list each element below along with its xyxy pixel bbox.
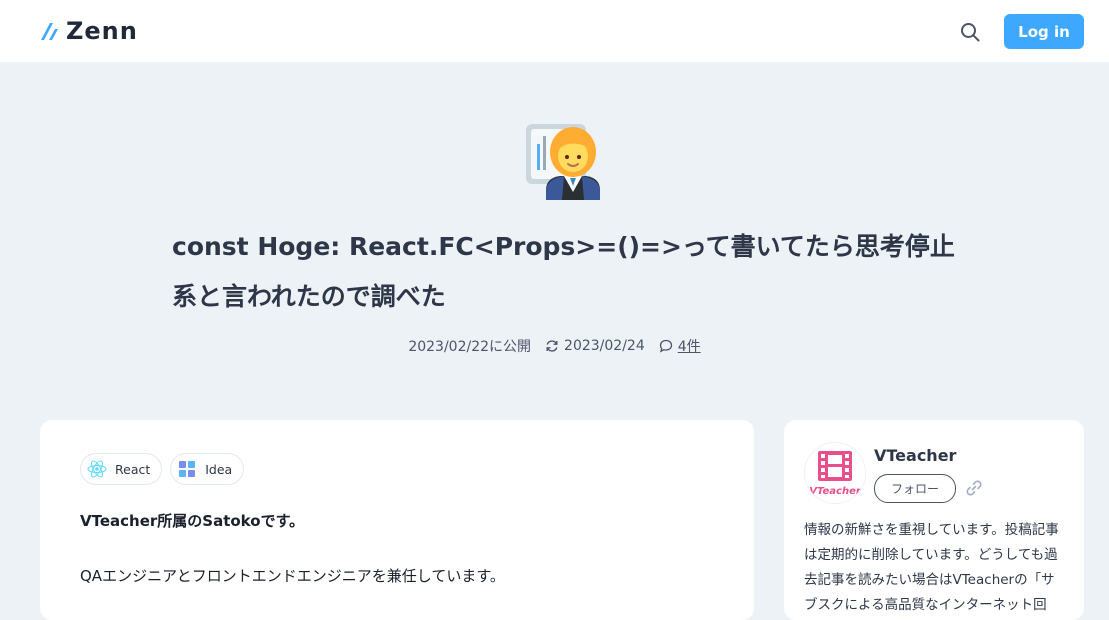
vteacher-avatar-icon: VTeacher — [805, 443, 865, 503]
author-bio: 情報の新鮮さを重視しています。投稿記事は定期的に削除しています。どうしても過去記… — [804, 522, 1059, 613]
article-body-card: React Idea VTeacher所属のSatokoです。 QAエンジニアと… — [40, 420, 754, 620]
article-paragraph: VTeacher所属のSatokoです。 — [80, 512, 305, 530]
comment-icon — [659, 339, 672, 353]
author-card: VTeacher VTeacher フォロー 情報の新鮮さを重視しています。投稿… — [784, 420, 1084, 620]
woman-teacher-emoji-icon — [526, 124, 600, 200]
article-meta: 2023/02/22に公開 2023/02/24 4件 — [0, 336, 1109, 356]
article-emoji — [524, 122, 602, 200]
idea-icon — [179, 461, 196, 477]
tag-react[interactable]: React — [80, 453, 163, 485]
published-date-text: 2023/02/22に公開 — [408, 339, 532, 355]
updated-date: 2023/02/24 — [545, 338, 645, 354]
zenn-logo-mark-icon — [41, 23, 58, 40]
site-header: Zenn Log in — [0, 0, 1109, 62]
author-avatar[interactable]: VTeacher — [804, 442, 866, 504]
tag-idea-label: Idea — [205, 461, 233, 477]
react-icon — [87, 460, 107, 478]
logo-text: Zenn — [66, 17, 138, 45]
comment-count-link[interactable]: 4件 — [678, 336, 701, 356]
tag-react-label: React — [115, 461, 151, 477]
topic-tags: React Idea — [80, 453, 252, 485]
refresh-icon — [546, 340, 558, 352]
link-icon[interactable] — [964, 478, 984, 498]
search-button[interactable] — [958, 20, 982, 44]
zenn-logo[interactable]: Zenn — [40, 17, 138, 45]
search-icon — [961, 23, 980, 42]
author-name[interactable]: VTeacher — [874, 446, 956, 465]
updated-date-text: 2023/02/24 — [564, 338, 645, 354]
login-button[interactable]: Log in — [1004, 14, 1084, 49]
article-paragraph: QAエンジニアとフロントエンドエンジニアを兼任しています。 — [80, 567, 505, 585]
comment-count[interactable]: 4件 — [659, 336, 701, 356]
published-date: 2023/02/22に公開 — [408, 336, 531, 356]
article-title: const Hoge: React.FC<Props>=()=>って書いてたら思… — [172, 232, 955, 311]
avatar-text: VTeacher — [809, 486, 862, 497]
follow-button[interactable]: フォロー — [874, 474, 956, 503]
tag-idea[interactable]: Idea — [170, 453, 245, 485]
